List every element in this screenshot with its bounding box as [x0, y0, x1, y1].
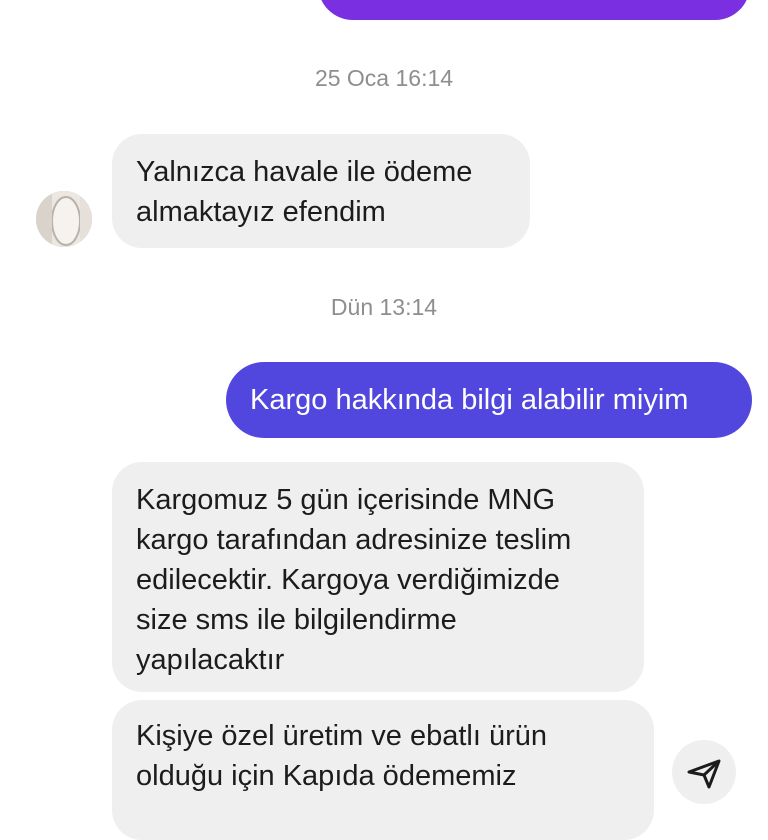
outgoing-message-bubble[interactable] — [318, 0, 750, 20]
message-text-line: kargo tarafından adresinize teslim — [136, 524, 572, 556]
message-text-line: Kişiye özel üretim ve ebatlı ürün — [136, 720, 548, 752]
message-text-line: Yalnızca havale ile ödeme — [136, 156, 473, 188]
message-timestamp: 25 Oca 16:14 — [314, 65, 454, 91]
message-text-line: edilecektir. Kargoya verdiğimizde — [136, 564, 560, 596]
message-text-line: olduğu için Kapıda ödememiz — [136, 760, 517, 792]
message-text-line: almaktayız efendim — [136, 196, 386, 228]
share-button[interactable] — [672, 740, 736, 804]
incoming-message-bubble[interactable]: Kargomuz 5 gün içerisinde MNG kargo tara… — [112, 462, 644, 692]
incoming-message-bubble[interactable]: Kişiye özel üretim ve ebatlı ürün olduğu… — [112, 700, 654, 840]
share-icon — [687, 759, 721, 789]
incoming-message-bubble[interactable]: Yalnızca havale ile ödeme almaktayız efe… — [112, 134, 530, 248]
message-timestamp: Dün 13:14 — [330, 294, 438, 320]
avatar[interactable] — [36, 191, 92, 247]
message-text-line: Kargomuz 5 gün içerisinde MNG — [136, 484, 556, 516]
mirror-photo-icon — [36, 191, 92, 247]
message-text: Kargo hakkında bilgi alabilir miyim — [250, 384, 689, 416]
message-text-line: size sms ile bilgilendirme — [136, 604, 457, 636]
outgoing-message-bubble[interactable]: Kargo hakkında bilgi alabilir miyim — [226, 362, 752, 438]
message-text-line: yapılacaktır — [136, 644, 285, 676]
